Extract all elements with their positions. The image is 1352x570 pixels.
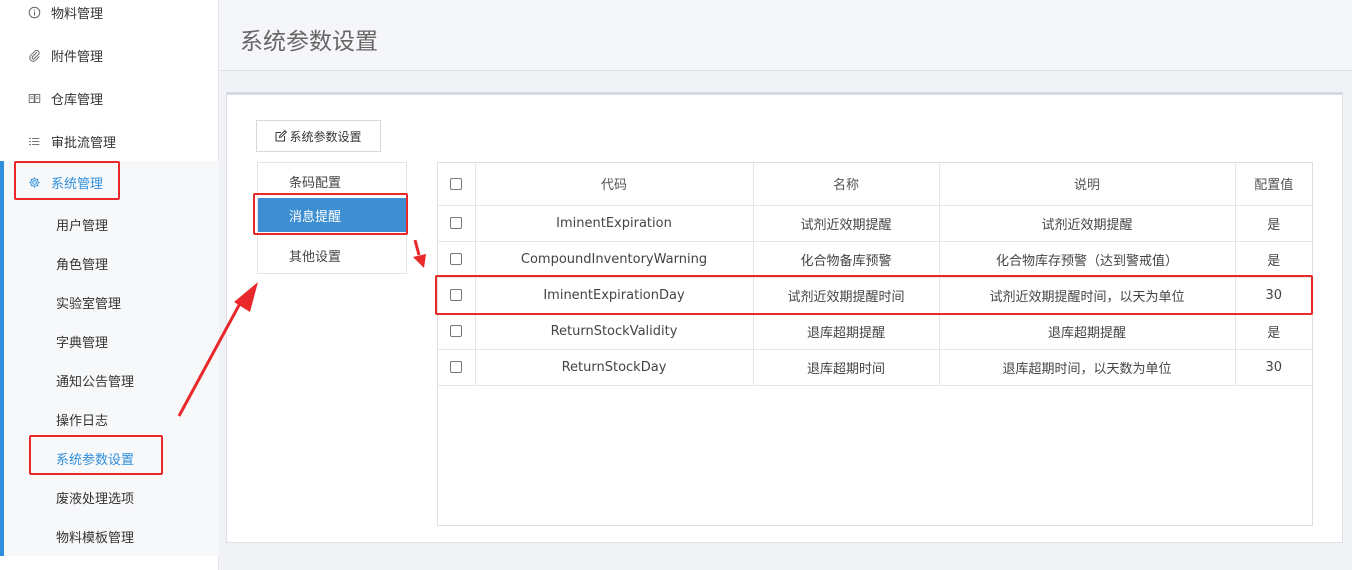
cell-name: 退库超期提醒 <box>753 313 940 350</box>
paperclip-icon <box>26 47 42 63</box>
cell-description: 试剂近效期提醒 <box>939 205 1236 242</box>
cell-code: ReturnStockValidity <box>475 313 754 350</box>
params-table: 代码 名称 说明 配置值 IminentExpiration 试剂近效期提醒 试… <box>437 162 1313 526</box>
cell-value: 30 <box>1235 349 1312 386</box>
cell-name: 试剂近效期提醒时间 <box>753 277 940 314</box>
cell-value: 是 <box>1235 241 1312 278</box>
sidebar-subitem-material-templates[interactable]: 物料模板管理 <box>0 517 219 556</box>
column-header-description[interactable]: 说明 <box>939 163 1236 206</box>
row-checkbox[interactable] <box>450 361 463 373</box>
page-header: 系统参数设置 <box>220 0 1352 71</box>
cell-code: ReturnStockDay <box>475 349 754 386</box>
select-all-checkbox[interactable] <box>450 177 463 190</box>
table-header-row: 代码 名称 说明 配置值 <box>438 163 1312 206</box>
cell-code: IminentExpiration <box>475 205 754 242</box>
cell-name: 试剂近效期提醒 <box>753 205 940 242</box>
sidebar-item-warehouse[interactable]: 仓库管理 <box>0 78 219 118</box>
sidebar-item-label: 审批流管理 <box>51 135 117 151</box>
sidebar-subitem-waste-options[interactable]: 废液处理选项 <box>0 478 219 517</box>
cell-description: 试剂近效期提醒时间，以天为单位 <box>939 277 1236 314</box>
cell-code: CompoundInventoryWarning <box>475 241 754 278</box>
cell-value: 是 <box>1235 313 1312 350</box>
cell-name: 化合物备库预警 <box>753 241 940 278</box>
tab-barcode-config[interactable]: 条码配置 <box>258 164 406 198</box>
tab-message-reminder[interactable]: 消息提醒 <box>258 198 406 232</box>
cell-name: 退库超期时间 <box>753 349 940 386</box>
cell-description: 退库超期时间，以天数为单位 <box>939 349 1236 386</box>
table-row[interactable]: ReturnStockDay 退库超期时间 退库超期时间，以天数为单位 30 <box>438 349 1312 386</box>
tab-other-settings[interactable]: 其他设置 <box>258 238 406 272</box>
select-all-cell <box>438 163 476 206</box>
sidebar-item-attachment[interactable]: 附件管理 <box>0 35 219 75</box>
system-params-button[interactable]: 系统参数设置 <box>256 120 381 152</box>
info-icon <box>26 4 42 20</box>
row-checkbox[interactable] <box>450 325 463 337</box>
sidebar-subitem-users[interactable]: 用户管理 <box>0 205 219 244</box>
cell-value: 30 <box>1235 277 1312 314</box>
cell-code: IminentExpirationDay <box>475 277 754 314</box>
sidebar-item-label: 仓库管理 <box>51 92 104 108</box>
row-checkbox[interactable] <box>450 253 463 265</box>
sidebar-item-system[interactable]: 系统管理 <box>0 162 219 202</box>
sidebar-subitem-system-params[interactable]: 系统参数设置 <box>0 439 219 478</box>
table-row[interactable]: ReturnStockValidity 退库超期提醒 退库超期提醒 是 <box>438 313 1312 350</box>
sidebar-item-label: 系统管理 <box>51 176 104 192</box>
row-checkbox[interactable] <box>450 289 463 301</box>
table-row[interactable]: IminentExpiration 试剂近效期提醒 试剂近效期提醒 是 <box>438 205 1312 242</box>
sidebar-item-label: 物料管理 <box>51 6 104 22</box>
edit-icon <box>275 130 288 142</box>
sidebar-subitem-notices[interactable]: 通知公告管理 <box>0 361 219 400</box>
sidebar-item-label: 附件管理 <box>51 49 104 65</box>
sidebar-item-approval[interactable]: 审批流管理 <box>0 121 219 161</box>
sidebar-subitem-dictionary[interactable]: 字典管理 <box>0 322 219 361</box>
column-header-value[interactable]: 配置值 <box>1235 163 1312 206</box>
table-row[interactable]: IminentExpirationDay 试剂近效期提醒时间 试剂近效期提醒时间… <box>438 277 1312 314</box>
table-row[interactable]: CompoundInventoryWarning 化合物备库预警 化合物库存预警… <box>438 241 1312 278</box>
sidebar-subitem-labs[interactable]: 实验室管理 <box>0 283 219 322</box>
column-header-code[interactable]: 代码 <box>475 163 754 206</box>
sidebar-subitem-roles[interactable]: 角色管理 <box>0 244 219 283</box>
column-header-name[interactable]: 名称 <box>753 163 940 206</box>
sidebar-item-material[interactable]: 物料管理 <box>0 0 219 32</box>
cell-description: 化合物库存预警（达到警戒值） <box>939 241 1236 278</box>
gear-icon <box>26 174 42 190</box>
settings-tabs: 条码配置 消息提醒 其他设置 <box>257 162 407 274</box>
page-title: 系统参数设置 <box>240 29 378 55</box>
cell-value: 是 <box>1235 205 1312 242</box>
book-icon <box>26 90 42 106</box>
list-icon <box>26 133 42 149</box>
system-params-button-label: 系统参数设置 <box>289 129 362 144</box>
sidebar-subitem-logs[interactable]: 操作日志 <box>0 400 219 439</box>
sidebar: 物料管理 附件管理 仓库管理 审批流管理 系统管理 用户管理 角色管理 实验室管… <box>0 0 219 570</box>
cell-description: 退库超期提醒 <box>939 313 1236 350</box>
row-checkbox[interactable] <box>450 217 463 229</box>
